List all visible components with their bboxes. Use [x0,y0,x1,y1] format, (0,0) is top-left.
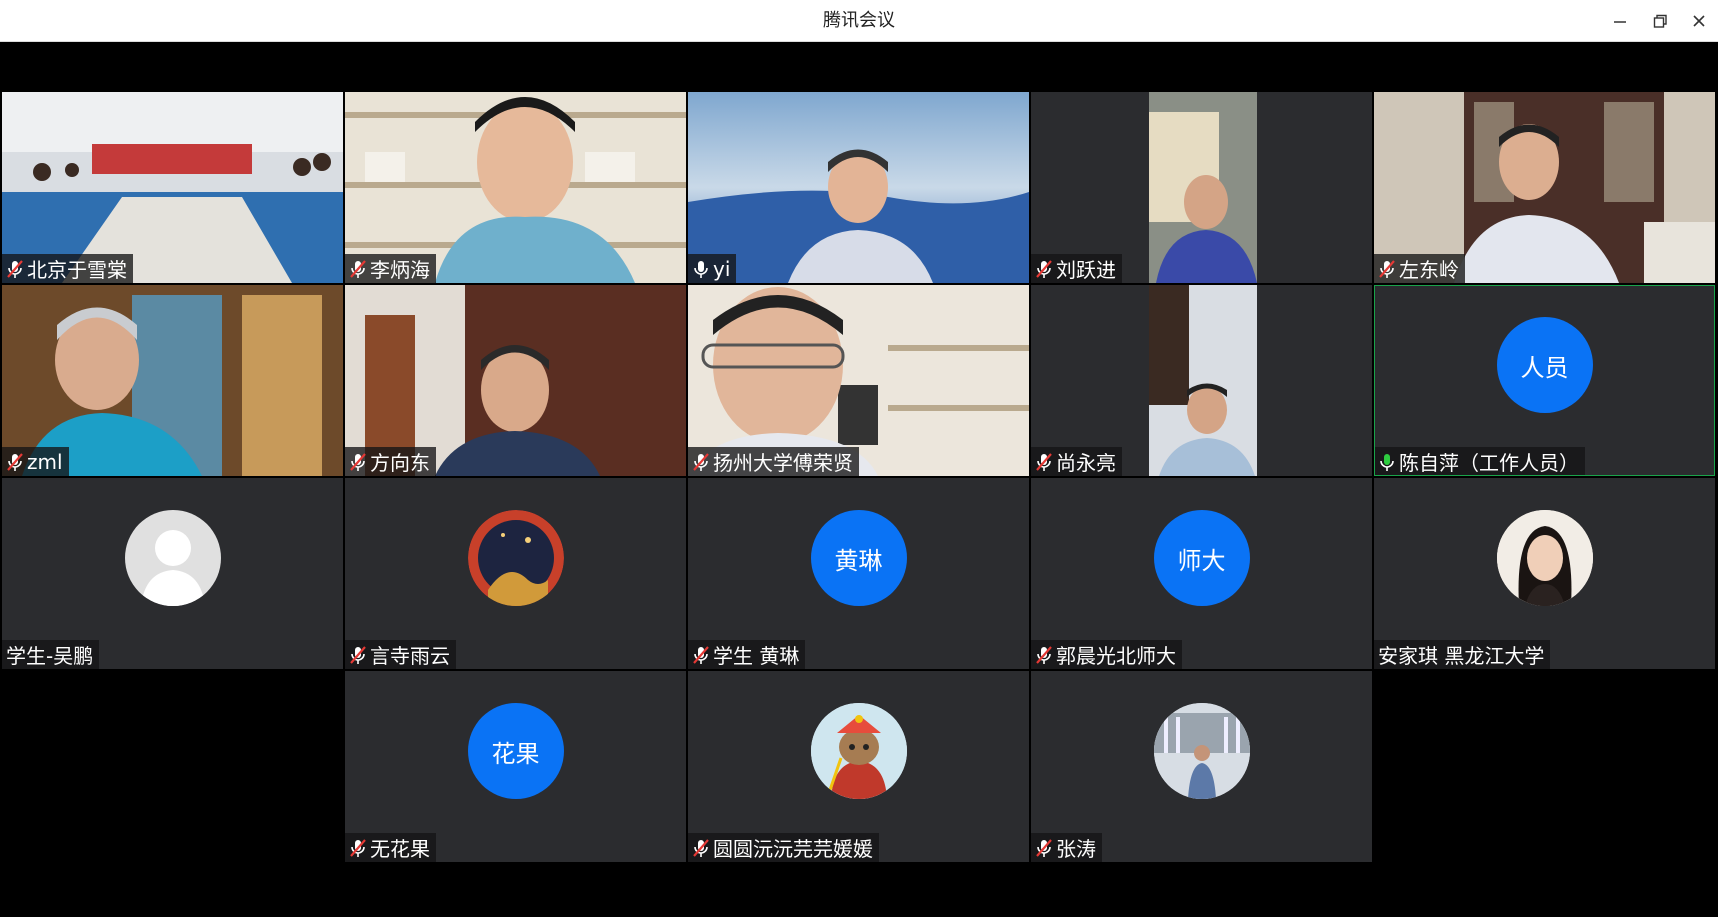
participant-name-bar: yi [688,254,737,283]
participant-tile[interactable]: 李炳海 [345,92,686,283]
participant-tile-active-speaker[interactable]: 人员 陈自萍（工作人员） [1374,285,1715,476]
avatar: 师大 [1153,510,1250,606]
participant-name: 李炳海 [370,258,430,282]
restore-button[interactable] [1640,0,1680,42]
participant-name: 左东岭 [1399,258,1459,282]
participant-tile[interactable]: 安家琪 黑龙江大学 [1374,478,1715,669]
participant-tile[interactable]: 黄琳 学生 黄琳 [688,478,1029,669]
mic-muted-icon [350,645,366,664]
video-feed [688,92,1029,283]
restore-icon [1653,14,1667,28]
participant-name-bar: 陈自萍（工作人员） [1375,447,1585,475]
avatar-initials: 黄琳 [834,546,883,575]
participant-tile[interactable]: 张涛 [1031,671,1372,862]
participant-name: 郭晨光北师大 [1056,644,1176,668]
mic-muted-icon [693,838,709,857]
participant-name-bar: 左东岭 [1374,254,1465,283]
participant-name: 扬州大学傅荣贤 [713,451,853,475]
participant-name: 学生-吴鹏 [6,644,94,668]
mic-muted-icon [350,452,366,471]
minimize-icon [1614,21,1626,23]
mic-muted-icon [693,645,709,664]
participant-name: 刘跃进 [1056,258,1116,282]
default-avatar [124,510,221,606]
mic-muted-icon [350,259,366,278]
participant-name: 方向东 [370,451,430,475]
participant-name-bar: 学生-吴鹏 [2,640,100,669]
participant-name-bar: 安家琪 黑龙江大学 [1374,640,1551,669]
participant-name: 安家琪 黑龙江大学 [1378,644,1545,668]
title-bar: 腾讯会议 [0,0,1718,42]
mic-muted-icon [1036,259,1052,278]
mic-muted-icon [7,452,23,471]
participant-name-bar: 李炳海 [345,254,436,283]
participant-name-bar: 方向东 [345,447,436,476]
participant-name-bar: 北京于雪棠 [2,254,133,283]
participant-tile[interactable]: 北京于雪棠 [2,92,343,283]
cartoon-avatar [810,703,907,799]
avatar: 人员 [1496,317,1593,413]
participant-name: zml [27,449,63,474]
participant-tile[interactable]: 言寺雨云 [345,478,686,669]
participant-name: 言寺雨云 [370,644,450,668]
participant-name-bar: 张涛 [1031,833,1102,862]
participant-name: 学生 黄琳 [713,644,800,668]
participant-tile[interactable]: 扬州大学傅荣贤 [688,285,1029,476]
participant-name: 陈自萍（工作人员） [1399,451,1579,475]
photo-avatar [1496,510,1593,606]
participant-name: 张涛 [1056,837,1096,861]
participant-name-bar: 郭晨光北师大 [1031,640,1182,669]
avatar-initials: 师大 [1177,546,1226,575]
participant-tile[interactable]: 刘跃进 [1031,92,1372,283]
mic-muted-icon [7,259,23,278]
participant-name-bar: 言寺雨云 [345,640,456,669]
participant-name: yi [713,256,731,281]
photo-avatar [1153,703,1250,799]
participant-tile[interactable]: 花果 无花果 [345,671,686,862]
participant-name-bar: zml [2,447,69,476]
avatar: 花果 [467,703,564,799]
mic-speaking-icon [1380,453,1394,471]
participant-tile[interactable]: yi [688,92,1029,283]
avatar-initials: 人员 [1520,353,1569,382]
participant-tile[interactable]: 圆圆沅沅芫芫媛媛 [688,671,1029,862]
close-button[interactable] [1679,0,1718,42]
participant-tile[interactable]: 左东岭 [1374,92,1715,283]
participant-name-bar: 尚永亮 [1031,447,1122,476]
participant-name-bar: 学生 黄琳 [688,640,806,669]
participant-tile[interactable]: 尚永亮 [1031,285,1372,476]
user-silhouette-icon [140,530,205,606]
mic-muted-icon [350,838,366,857]
participant-name-bar: 无花果 [345,833,436,862]
minimize-button[interactable] [1600,0,1640,42]
participant-name-bar: 刘跃进 [1031,254,1122,283]
participant-name: 圆圆沅沅芫芫媛媛 [713,837,873,861]
close-icon [1693,15,1705,27]
participant-tile[interactable]: 方向东 [345,285,686,476]
participant-tile[interactable]: 师大 郭晨光北师大 [1031,478,1372,669]
mic-muted-icon [1036,645,1052,664]
mic-muted-icon [693,452,709,471]
participant-name-bar: 扬州大学傅荣贤 [688,447,859,476]
participant-tile[interactable]: zml [2,285,343,476]
mic-muted-icon [1036,838,1052,857]
participant-name: 尚永亮 [1056,451,1116,475]
participant-name: 无花果 [370,837,430,861]
mic-muted-icon [1379,259,1395,278]
participant-tile[interactable]: 学生-吴鹏 [2,478,343,669]
mic-icon [694,260,708,278]
mic-muted-icon [1036,452,1052,471]
participant-name-bar: 圆圆沅沅芫芫媛媛 [688,833,879,862]
photo-avatar [467,510,564,606]
avatar-initials: 花果 [491,739,540,768]
participant-name: 北京于雪棠 [27,258,127,282]
window-title: 腾讯会议 [823,10,895,31]
avatar: 黄琳 [810,510,907,606]
